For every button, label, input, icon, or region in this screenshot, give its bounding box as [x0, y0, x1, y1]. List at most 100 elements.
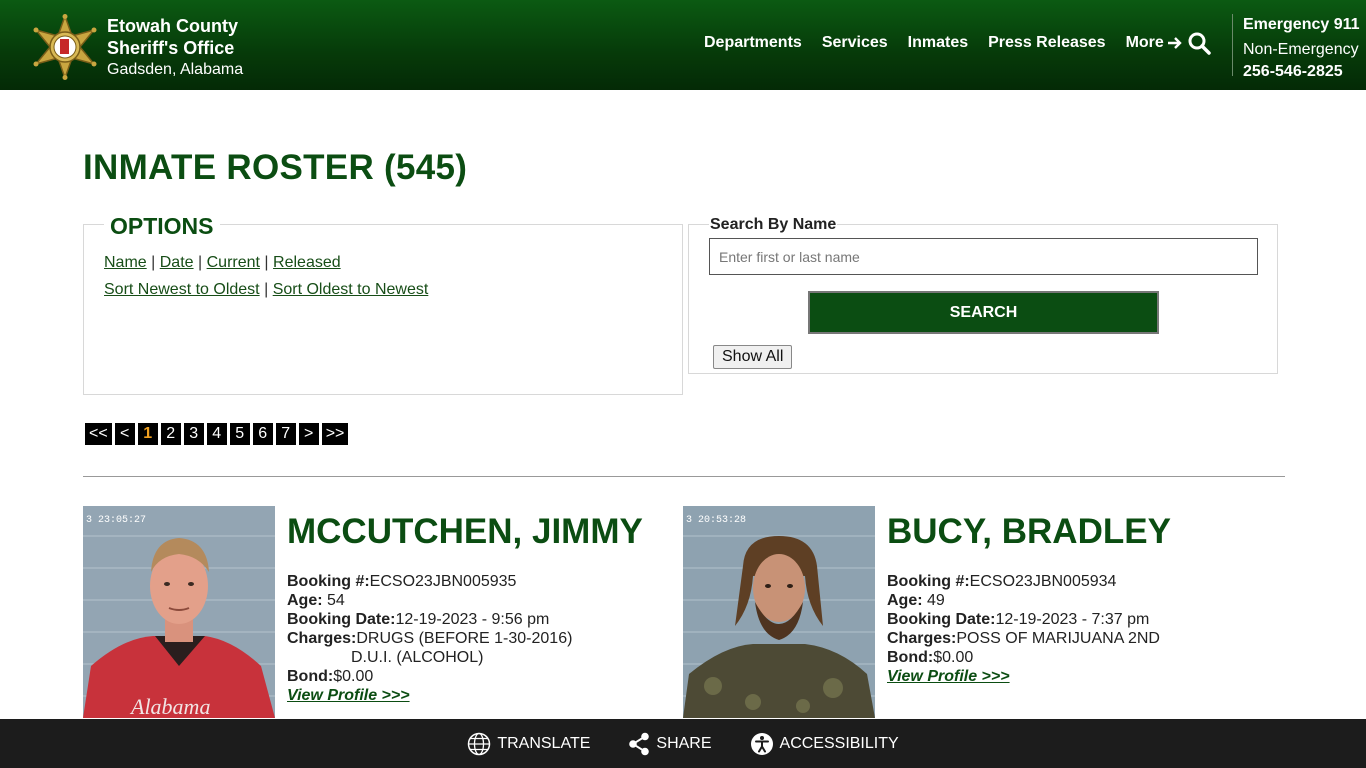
age-value: 49 — [927, 592, 945, 609]
charges-row: Charges:DRUGS (BEFORE 1-30-2016) D.U.I. … — [287, 629, 572, 667]
main-nav: Departments Services Inmates Press Relea… — [704, 34, 1203, 52]
bond-label: Bond: — [287, 668, 334, 685]
accessibility-icon — [750, 732, 773, 755]
accessibility-label: ACCESSIBILITY — [779, 734, 899, 752]
non-emergency-label: Non-Emergency — [1243, 41, 1359, 58]
globe-icon — [468, 732, 491, 755]
search-panel: Search By Name SEARCH Show All — [688, 216, 1278, 374]
inmate-photo[interactable]: 3 23:05:27 Alabama — [83, 506, 275, 718]
booking-row: Booking #:ECSO23JBN005934 — [887, 572, 1160, 591]
translate-label: TRANSLATE — [497, 734, 591, 752]
sort-links: Sort Newest to Oldest | Sort Oldest to N… — [104, 281, 428, 299]
nav-inmates[interactable]: Inmates — [908, 34, 968, 52]
page-1-button[interactable]: 1 — [137, 423, 158, 445]
inmate-name[interactable]: BUCY, BRADLEY — [887, 512, 1171, 552]
page-3-button[interactable]: 3 — [183, 423, 204, 445]
agency-name-line1: Etowah County — [107, 16, 238, 36]
search-icon[interactable] — [1187, 31, 1211, 55]
sort-newest-link[interactable]: Sort Newest to Oldest — [104, 281, 260, 298]
booking-date-value: 12-19-2023 - 9:56 pm — [395, 611, 550, 628]
pagination: << < 1 2 3 4 5 6 7 > >> — [85, 423, 349, 445]
page-title: INMATE ROSTER (545) — [83, 148, 468, 187]
booking-date-value: 12-19-2023 - 7:37 pm — [995, 611, 1150, 628]
page-prev-button[interactable]: < — [114, 423, 135, 445]
inmate-photo[interactable]: 3 20:53:28 — [683, 506, 875, 718]
share-icon — [629, 732, 650, 755]
translate-button[interactable]: TRANSLATE — [467, 732, 590, 756]
booking-number: ECSO23JBN005935 — [369, 573, 517, 590]
search-button[interactable]: SEARCH — [808, 291, 1159, 334]
inmate-details: Booking #:ECSO23JBN005934 Age: 49 Bookin… — [887, 572, 1160, 686]
separator: | — [198, 254, 203, 271]
booking-date-label: Booking Date: — [287, 611, 396, 628]
separator: | — [264, 281, 269, 298]
options-panel: OPTIONS Name | Date | Current | Released… — [83, 213, 683, 395]
search-label: Search By Name — [709, 216, 838, 234]
photo-timestamp: 3 20:53:28 — [686, 515, 746, 526]
filter-current-link[interactable]: Current — [207, 254, 260, 271]
show-all-button[interactable]: Show All — [713, 345, 793, 369]
search-input[interactable] — [709, 238, 1258, 275]
bond-row: Bond:$0.00 — [887, 648, 1160, 667]
booking-label: Booking #: — [287, 573, 370, 590]
bond-label: Bond: — [887, 649, 934, 666]
age-row: Age: 54 — [287, 591, 572, 610]
sort-oldest-link[interactable]: Sort Oldest to Newest — [273, 281, 429, 298]
separator: | — [264, 254, 269, 271]
charges-row: Charges:POSS OF MARIJUANA 2ND — [887, 629, 1160, 648]
site-header: Etowah County Sheriff's Office Gadsden, … — [0, 0, 1366, 90]
agency-location: Gadsden, Alabama — [107, 61, 244, 78]
share-button[interactable]: SHARE — [628, 732, 712, 756]
sheriff-star-logo[interactable] — [30, 14, 100, 80]
page-7-button[interactable]: 7 — [275, 423, 296, 445]
inmate-card: 3 20:53:28 BUCY, BRADLEY Booking #:ECSO2… — [683, 506, 1263, 718]
emergency-number[interactable]: Emergency 911 — [1243, 14, 1360, 36]
filter-date-link[interactable]: Date — [160, 254, 194, 271]
non-emergency-phone[interactable]: 256-546-2825 — [1243, 61, 1360, 83]
agency-name-line2: Sheriff's Office — [107, 38, 235, 58]
agency-name[interactable]: Etowah County Sheriff's Office Gadsden, … — [107, 15, 243, 81]
nav-services[interactable]: Services — [822, 34, 888, 52]
page-4-button[interactable]: 4 — [206, 423, 227, 445]
booking-row: Booking #:ECSO23JBN005935 — [287, 572, 572, 591]
filter-links: Name | Date | Current | Released — [104, 254, 341, 272]
accessibility-button[interactable]: ACCESSIBILITY — [750, 732, 899, 756]
bond-value: $0.00 — [933, 649, 974, 666]
shirt-text: Alabama — [129, 694, 210, 718]
footer-toolbar: TRANSLATE SHARE ACCESSIBILITY — [0, 719, 1366, 768]
view-profile-link[interactable]: View Profile >>> — [887, 668, 1010, 685]
divider — [83, 476, 1285, 477]
bond-value: $0.00 — [333, 668, 374, 685]
charge-item: DRUGS (BEFORE 1-30-2016) — [356, 630, 573, 647]
nav-more[interactable]: More — [1126, 34, 1183, 52]
nav-more-label: More — [1125, 34, 1164, 51]
nav-press-releases[interactable]: Press Releases — [988, 34, 1105, 52]
charge-item: POSS OF MARIJUANA 2ND — [956, 630, 1160, 647]
age-label: Age: — [887, 592, 923, 609]
booking-label: Booking #: — [887, 573, 970, 590]
inmate-card: 3 23:05:27 Alabama MCCUTCHEN, JIMMY Book… — [83, 506, 663, 718]
charge-item: D.U.I. (ALCOHOL) — [351, 649, 484, 666]
filter-released-link[interactable]: Released — [273, 254, 341, 271]
options-legend: OPTIONS — [104, 213, 220, 240]
header-divider — [1232, 14, 1233, 76]
contact-info: Emergency 911 Non-Emergency 256-546-2825 — [1243, 14, 1360, 83]
separator: | — [151, 254, 156, 271]
inmate-name[interactable]: MCCUTCHEN, JIMMY — [287, 512, 643, 552]
filter-name-link[interactable]: Name — [104, 254, 147, 271]
page-2-button[interactable]: 2 — [160, 423, 181, 445]
booking-date-label: Booking Date: — [887, 611, 996, 628]
age-value: 54 — [327, 592, 345, 609]
bond-row: Bond:$0.00 — [287, 667, 572, 686]
booking-number: ECSO23JBN005934 — [969, 573, 1117, 590]
page-5-button[interactable]: 5 — [229, 423, 250, 445]
booking-date-row: Booking Date:12-19-2023 - 7:37 pm — [887, 610, 1160, 629]
page-last-button[interactable]: >> — [321, 423, 349, 445]
nav-departments[interactable]: Departments — [704, 34, 802, 52]
page-first-button[interactable]: << — [85, 423, 112, 445]
view-profile-link[interactable]: View Profile >>> — [287, 687, 410, 704]
page-next-button[interactable]: > — [298, 423, 319, 445]
page-6-button[interactable]: 6 — [252, 423, 273, 445]
share-label: SHARE — [656, 734, 712, 752]
charges-label: Charges: — [887, 630, 957, 647]
